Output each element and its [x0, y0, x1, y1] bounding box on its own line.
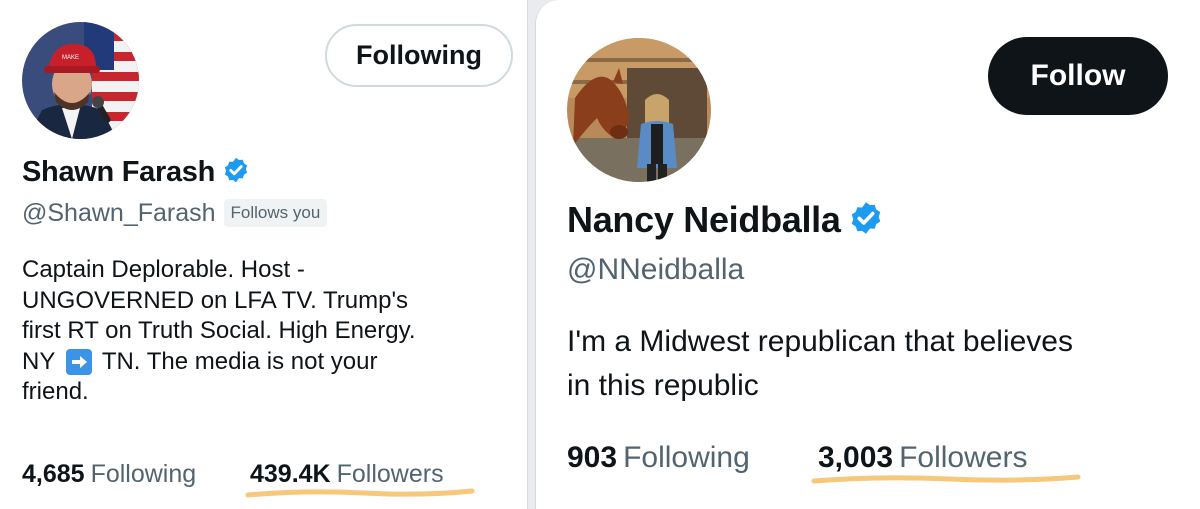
profile-name: Nancy Neidballa — [567, 199, 841, 240]
avatar-photo-icon — [567, 38, 711, 182]
verified-badge-icon[interactable] — [848, 200, 884, 241]
following-count: 903 — [567, 441, 618, 474]
following-label: Following — [90, 460, 197, 488]
following-label: Following — [623, 441, 750, 474]
highlight-underline — [811, 474, 1081, 484]
follow-button[interactable]: Follow — [988, 37, 1168, 115]
profile-card-nancy: Follow Nancy Neidballa @NNeidballa I'm a… — [535, 0, 1200, 509]
following-button[interactable]: Following — [325, 24, 513, 87]
verified-badge-icon[interactable] — [222, 156, 250, 189]
bio-line: Captain Deplorable. Host - — [22, 256, 305, 283]
followers-label: Followers — [336, 460, 444, 488]
bio-text: NY — [22, 347, 55, 375]
bio-line: UNGOVERNED on LFA TV. Trump's — [22, 286, 409, 314]
following-stat[interactable]: 903 Following — [567, 441, 750, 475]
bio-line: in this republic — [567, 369, 759, 402]
profile-avatar[interactable]: MAKE — [22, 22, 139, 139]
profile-name-row: Shawn Farash — [22, 154, 250, 190]
followers-label: Followers — [899, 441, 1028, 474]
profile-avatar[interactable] — [567, 38, 711, 182]
avatar-photo-icon: MAKE — [22, 22, 139, 139]
followers-stat[interactable]: 3,003 Followers — [818, 441, 1027, 475]
profile-card-shawn: MAKE Following Shawn Farash @Shawn_Faras… — [0, 0, 528, 509]
followers-count: 3,003 — [818, 441, 894, 474]
bio-text: TN. The media is not your — [101, 347, 378, 375]
follows-you-badge: Follows you — [223, 199, 328, 227]
bio-line: first RT on Truth Social. High Energy. — [22, 317, 416, 344]
following-button-label: Following — [356, 40, 482, 70]
followers-count: 439.4K — [250, 460, 331, 488]
following-stat[interactable]: 4,685 Following — [22, 460, 196, 489]
follow-button-label: Follow — [1030, 59, 1126, 92]
highlight-underline — [245, 488, 475, 498]
bio-line: I'm a Midwest republican that believes — [567, 325, 1073, 358]
followers-stat[interactable]: 439.4K Followers — [250, 460, 444, 489]
profile-bio: I'm a Midwest republican that believes i… — [567, 320, 1073, 408]
following-count: 4,685 — [22, 460, 85, 488]
profile-handle: @NNeidballa — [567, 253, 745, 286]
svg-text:MAKE: MAKE — [62, 55, 79, 61]
profile-name-row: Nancy Neidballa — [567, 196, 884, 244]
bio-line: NY TN. The media is not your — [22, 347, 416, 378]
profile-handle: @Shawn_Farash — [22, 198, 216, 227]
profile-bio: Captain Deplorable. Host - UNGOVERNED on… — [22, 255, 416, 408]
right-arrow-icon — [65, 348, 92, 375]
profile-handle-row: @Shawn_Farash Follows you — [22, 197, 328, 229]
profile-handle-row: @NNeidballa — [567, 252, 744, 288]
profile-name: Shawn Farash — [22, 155, 216, 188]
bio-line: friend. — [22, 378, 89, 405]
